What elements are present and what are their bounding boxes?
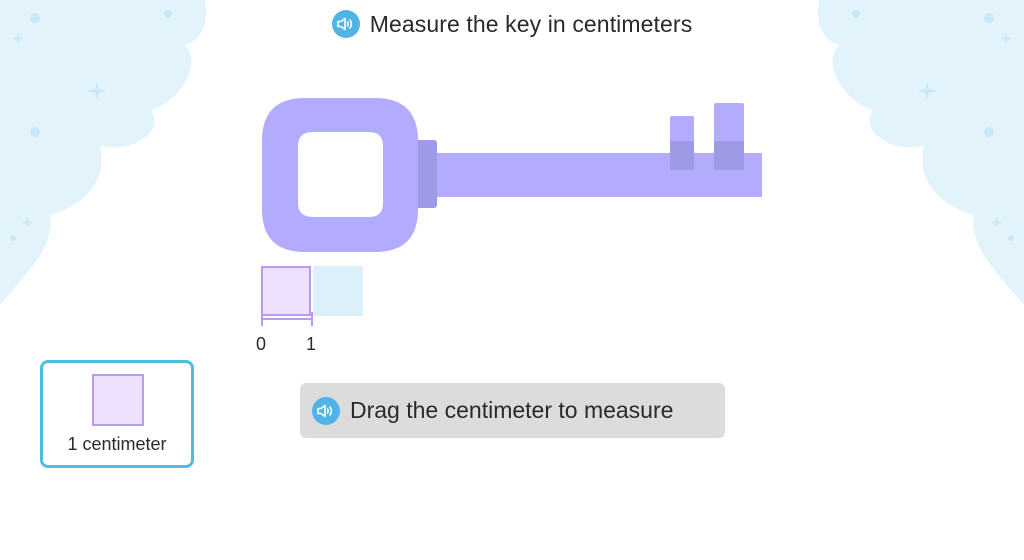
tick-label-1: 1 xyxy=(305,334,316,354)
palette-label: 1 centimeter xyxy=(67,434,167,454)
ruler-tick-0 xyxy=(261,312,263,326)
ruler-tick-1 xyxy=(311,312,313,326)
tick-label-0: 0 xyxy=(255,334,266,354)
placed-centimeter-unit[interactable] xyxy=(261,266,311,316)
speaker-icon[interactable] xyxy=(312,396,340,425)
next-unit-drop-slot[interactable] xyxy=(313,266,363,316)
draggable-centimeter-square[interactable] xyxy=(92,374,144,426)
instruction-hint: Drag the centimeter to measure xyxy=(300,383,725,438)
key-icon xyxy=(262,98,762,252)
ruler-baseline xyxy=(261,318,313,320)
centimeter-palette: 1 centimeter xyxy=(40,360,194,468)
key-illustration xyxy=(262,98,762,252)
hint-text: Drag the centimeter to measure xyxy=(350,397,674,423)
